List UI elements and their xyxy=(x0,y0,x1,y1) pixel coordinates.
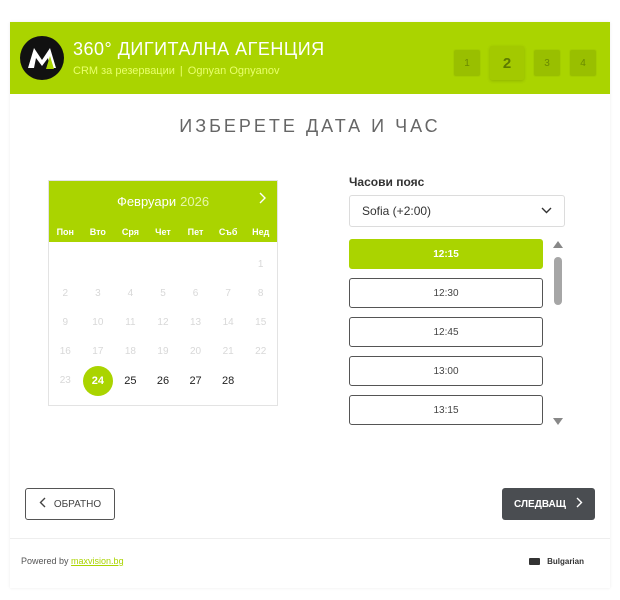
weekday: Пон xyxy=(56,226,74,237)
language-selector[interactable]: Bulgarian xyxy=(529,557,584,566)
step-4[interactable]: 4 xyxy=(570,50,596,76)
calendar-day-disabled: 2 xyxy=(62,288,69,299)
subtitle-separator: | xyxy=(179,65,183,77)
time-slot[interactable]: 13:00 xyxy=(349,356,543,386)
calendar-day[interactable]: 26 xyxy=(147,366,180,395)
weekday: Съб xyxy=(218,226,238,237)
step-1[interactable]: 1 xyxy=(454,50,480,76)
calendar-year: 2026 xyxy=(180,193,210,209)
calendar-day-disabled: 12 xyxy=(157,317,169,328)
calendar-day-disabled: 6 xyxy=(192,288,199,299)
chevron-down-icon xyxy=(541,204,552,219)
time-slot[interactable]: 12:30 xyxy=(349,278,543,308)
calendar-days: 1 2 3 4 5 6 7 8 9 10 11 12 13 14 15 16 1… xyxy=(49,242,277,396)
time-slot-selected[interactable]: 12:15 xyxy=(349,239,543,269)
chevron-right-icon[interactable] xyxy=(257,191,267,207)
weekday: Вто xyxy=(89,226,106,237)
timezone-value: Sofia (+2:00) xyxy=(362,204,432,218)
calendar-day-disabled: 5 xyxy=(160,288,166,299)
header-subtitle: CRM за резервации | Ognyan Ognyanov xyxy=(73,65,280,77)
calendar-day-disabled: 20 xyxy=(190,346,202,357)
step-2[interactable]: 2 xyxy=(490,46,524,80)
calendar-day-disabled: 11 xyxy=(125,317,136,328)
calendar-header: Февруари 2026 xyxy=(49,181,277,221)
maxvision-link[interactable]: maxvision.bg xyxy=(71,556,124,566)
scroll-up-icon[interactable] xyxy=(553,241,563,248)
powered-by: Powered by maxvision.bg xyxy=(21,556,124,566)
selected-day-label: 24 xyxy=(82,365,113,396)
timezone-select[interactable]: Sofia (+2:00) xyxy=(349,195,565,227)
brand-logo xyxy=(20,36,64,80)
calendar-day-disabled: 16 xyxy=(59,346,71,357)
time-slot-list: 12:15 12:30 12:45 13:00 13:15 xyxy=(349,239,543,427)
calendar-day-disabled: 9 xyxy=(62,317,69,328)
footer-divider xyxy=(10,538,610,539)
calendar: Февруари 2026 Пон Вто Сря Чет Пет Съб Нед… xyxy=(48,180,278,406)
weekday: Пет xyxy=(187,226,204,237)
language-label: Bulgarian xyxy=(547,557,584,566)
calendar-day-disabled: 22 xyxy=(255,346,267,357)
calendar-day-disabled: 23 xyxy=(59,375,71,386)
calendar-day[interactable]: 28 xyxy=(212,366,245,395)
time-list-scrollbar[interactable] xyxy=(552,241,564,425)
weekday: Чет xyxy=(155,226,171,237)
brand-name: 360° ДИГИТАЛНА АГЕНЦИЯ xyxy=(73,39,325,59)
next-button-label: СЛЕДВАЩ xyxy=(514,498,566,510)
scroll-down-icon[interactable] xyxy=(553,418,563,425)
weekday: Сря xyxy=(121,226,139,237)
header: 360° ДИГИТАЛНА АГЕНЦИЯ CRM за резервации… xyxy=(10,22,610,94)
calendar-day-disabled: 4 xyxy=(127,288,134,299)
crm-label: CRM за резервации xyxy=(73,65,175,77)
calendar-day-disabled: 21 xyxy=(222,346,234,357)
calendar-day-disabled: 19 xyxy=(157,346,169,357)
weekday-row: Пон Вто Сря Чет Пет Съб Нед xyxy=(49,221,277,242)
calendar-day[interactable]: 27 xyxy=(179,366,212,395)
step-indicator: 1 2 3 4 xyxy=(454,46,596,80)
scrollbar-thumb[interactable] xyxy=(554,257,562,305)
chevron-left-icon xyxy=(39,497,46,511)
chevron-right-icon xyxy=(576,497,583,511)
calendar-day-disabled: 8 xyxy=(257,288,264,299)
calendar-day-selected[interactable]: 24 xyxy=(82,365,115,396)
calendar-day-disabled: 18 xyxy=(124,346,136,357)
calendar-day[interactable]: 25 xyxy=(114,366,147,395)
weekday: Нед xyxy=(252,226,270,237)
timezone-label: Часови пояс xyxy=(349,175,425,189)
language-icon xyxy=(529,558,541,565)
calendar-day-disabled: 14 xyxy=(222,317,234,328)
back-button[interactable]: ОБРАТНО xyxy=(25,488,115,520)
next-button[interactable]: СЛЕДВАЩ xyxy=(502,488,595,520)
time-slot[interactable]: 13:15 xyxy=(349,395,543,425)
calendar-month: Февруари xyxy=(116,193,177,209)
time-slot[interactable]: 12:45 xyxy=(349,317,543,347)
calendar-day-disabled: 1 xyxy=(257,259,264,270)
calendar-day-disabled: 17 xyxy=(92,346,104,357)
booking-widget: 360° ДИГИТАЛНА АГЕНЦИЯ CRM за резервации… xyxy=(10,22,610,588)
calendar-day-disabled: 13 xyxy=(190,317,202,328)
page-title: ИЗБЕРЕТЕ ДАТА И ЧАС xyxy=(179,116,441,136)
calendar-day-disabled: 7 xyxy=(225,288,231,299)
powered-by-text: Powered by xyxy=(21,556,69,566)
calendar-day-disabled: 3 xyxy=(95,288,101,299)
step-3[interactable]: 3 xyxy=(534,50,560,76)
back-button-label: ОБРАТНО xyxy=(53,498,102,510)
calendar-day-disabled: 15 xyxy=(255,317,267,328)
user-name: Ognyan Ognyanov xyxy=(187,65,280,77)
calendar-day-disabled: 10 xyxy=(92,317,104,328)
